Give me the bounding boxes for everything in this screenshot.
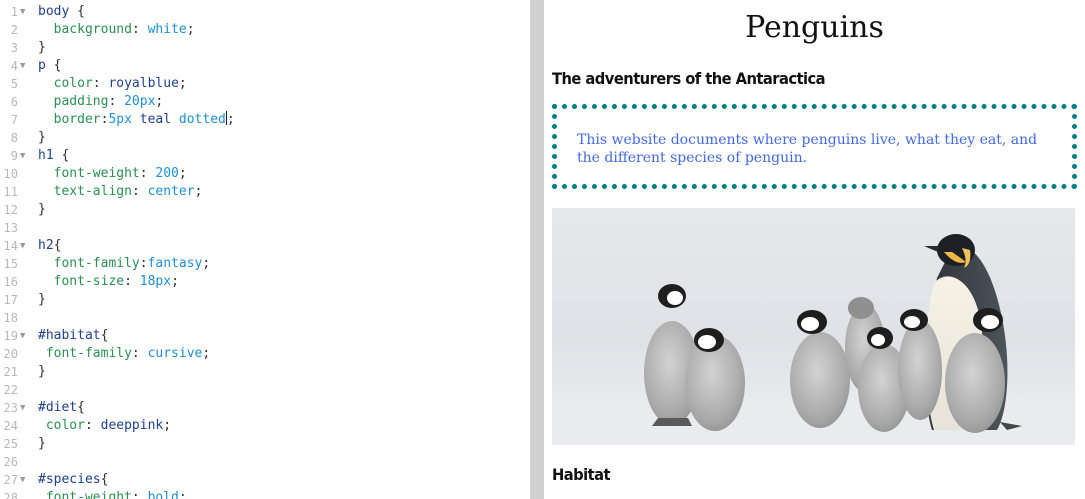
code-line[interactable]: 20 font-family: cursive;	[0, 345, 530, 363]
code-line[interactable]: 1 ▼ body {	[0, 3, 530, 21]
code-text: }	[38, 436, 46, 451]
line-number: 23	[3, 401, 18, 415]
line-number: 5	[10, 77, 18, 91]
code-text: background: white;	[53, 22, 195, 37]
code-line[interactable]: 22	[0, 381, 530, 399]
line-number: 15	[3, 257, 18, 271]
fold-arrow-icon[interactable]: ▼	[20, 57, 30, 75]
code-line[interactable]: 10 font-weight: 200;	[0, 165, 530, 183]
code-line[interactable]: 14 ▼ h2{	[0, 237, 530, 255]
code-text: }	[38, 292, 46, 307]
code-text: body {	[38, 4, 85, 19]
code-line[interactable]: 27 ▼ #species{	[0, 471, 530, 489]
line-number: 28	[3, 491, 18, 499]
code-line[interactable]: 18	[0, 309, 530, 327]
code-line[interactable]: 21}	[0, 363, 530, 381]
code-text: }	[38, 202, 46, 217]
line-number: 27	[3, 473, 18, 487]
code-line[interactable]: 7 border:5px teal dotted;	[0, 111, 530, 129]
code-text: color: deeppink;	[45, 418, 172, 433]
code-text: #diet{	[38, 400, 85, 415]
code-text: font-weight: bold;	[45, 490, 187, 499]
code-line[interactable]: 5 color: royalblue;	[0, 75, 530, 93]
line-number: 19	[3, 329, 18, 343]
code-line[interactable]: 26	[0, 453, 530, 471]
line-number: 4	[10, 59, 18, 73]
fold-arrow-icon[interactable]: ▼	[20, 471, 30, 489]
line-number: 12	[3, 203, 18, 217]
code-editor[interactable]: 1 ▼ body {2 background: white; 3} 4 ▼ p {5 col…	[0, 0, 530, 499]
code-line[interactable]: 24 color: deeppink;	[0, 417, 530, 435]
code-line[interactable]: 19 ▼ #habitat{	[0, 327, 530, 345]
code-text: font-family: cursive;	[45, 346, 211, 361]
code-line[interactable]: 12}	[0, 201, 530, 219]
code-line[interactable]: 15 font-family:fantasy;	[0, 255, 530, 273]
line-number: 9	[10, 149, 18, 163]
code-text: font-weight: 200;	[53, 166, 187, 181]
code-text: font-size: 18px;	[53, 274, 179, 289]
code-text: color: royalblue;	[53, 76, 187, 91]
code-text: }	[38, 130, 46, 145]
line-number: 17	[3, 293, 18, 307]
code-text: h2{	[38, 238, 62, 253]
code-text: #species{	[38, 472, 109, 487]
line-number: 1	[10, 5, 18, 19]
pane-splitter[interactable]	[530, 0, 544, 499]
code-text: padding: 20px;	[53, 94, 164, 109]
code-line[interactable]: 23 ▼ #diet{	[0, 399, 530, 417]
line-number: 13	[3, 221, 18, 235]
fold-arrow-icon[interactable]: ▼	[20, 327, 30, 345]
code-line[interactable]: 25}	[0, 435, 530, 453]
code-line[interactable]: 13	[0, 219, 530, 237]
fold-arrow-icon[interactable]: ▼	[20, 147, 30, 165]
line-number: 24	[3, 419, 18, 433]
line-number: 7	[10, 113, 18, 127]
code-line[interactable]: 9 ▼ h1 {	[0, 147, 530, 165]
line-number: 3	[10, 41, 18, 55]
fold-arrow-icon[interactable]: ▼	[20, 237, 30, 255]
fold-arrow-icon[interactable]: ▼	[20, 399, 30, 417]
line-number: 25	[3, 437, 18, 451]
code-text: p {	[38, 58, 62, 73]
code-line[interactable]: 16 font-size: 18px;	[0, 273, 530, 291]
code-text: }	[38, 40, 46, 55]
line-number: 6	[10, 95, 18, 109]
subtitle-heading: The adventurers of the Antaractica	[552, 69, 826, 88]
line-number: 21	[3, 365, 18, 379]
penguin-photo	[552, 208, 1075, 445]
intro-paragraph: This website documents where penguins li…	[552, 104, 1077, 189]
habitat-heading: Habitat	[552, 465, 611, 484]
code-line[interactable]: 11 text-align: center;	[0, 183, 530, 201]
line-number: 14	[3, 239, 18, 253]
line-number: 11	[3, 185, 18, 199]
line-number: 20	[3, 347, 18, 361]
page-title: Penguins	[745, 10, 884, 45]
line-number: 16	[3, 275, 18, 289]
line-number: 18	[3, 311, 18, 325]
line-number: 22	[3, 383, 18, 397]
code-text: text-align: center;	[53, 184, 203, 199]
code-text: h1 {	[38, 148, 70, 163]
line-number: 26	[3, 455, 18, 469]
code-line[interactable]: 4 ▼ p {	[0, 57, 530, 75]
line-number: 10	[3, 167, 18, 181]
code-line[interactable]: 28 font-weight: bold;	[0, 489, 530, 499]
preview-pane: Penguins The adventurers of the Antaract…	[544, 0, 1085, 499]
code-text: #habitat{	[38, 328, 109, 343]
code-line[interactable]: 6 padding: 20px;	[0, 93, 530, 111]
fold-arrow-icon[interactable]: ▼	[20, 3, 30, 21]
code-line[interactable]: 17}	[0, 291, 530, 309]
code-line[interactable]: 2 background: white;	[0, 21, 530, 39]
code-text: }	[38, 364, 46, 379]
line-number: 8	[10, 131, 18, 145]
code-text: font-family:fantasy;	[53, 256, 211, 271]
code-line[interactable]: 3}	[0, 39, 530, 57]
code-text: border:5px teal dotted;	[53, 111, 235, 127]
line-number: 2	[10, 23, 18, 37]
code-line[interactable]: 8}	[0, 129, 530, 147]
